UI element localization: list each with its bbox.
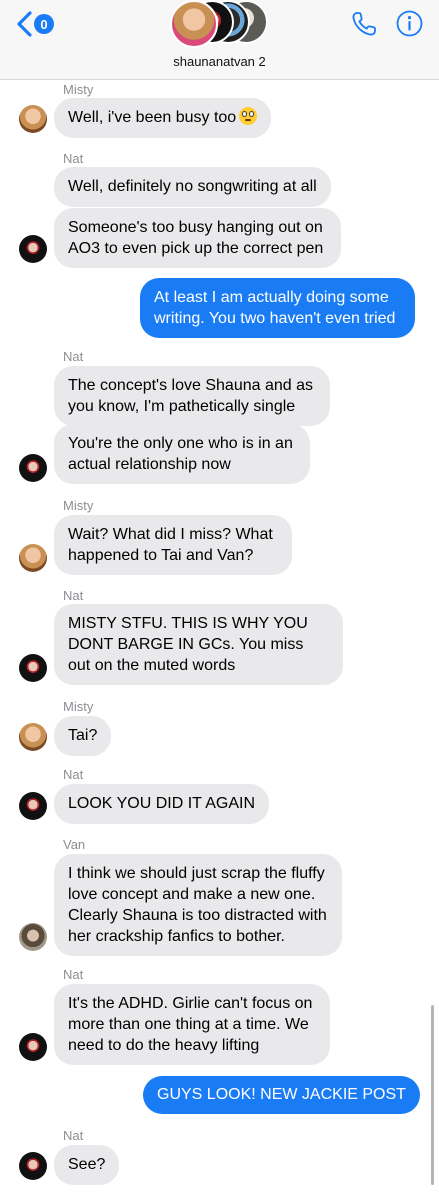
sender-name: Misty	[63, 498, 94, 513]
message-bubble[interactable]: See?	[54, 1145, 120, 1185]
back-button[interactable]: 0	[14, 10, 54, 38]
chevron-left-icon	[17, 11, 32, 37]
sender-name: Nat	[63, 151, 84, 166]
avatar-misty	[170, 0, 218, 48]
sender-name: Misty	[63, 82, 94, 97]
avatar[interactable]	[19, 544, 47, 572]
message-bubble[interactable]: MISTY STFU. THIS IS WHY YOU DONT BARGE I…	[54, 604, 343, 685]
sender-name: Nat	[63, 967, 84, 982]
avatar[interactable]	[19, 723, 47, 751]
message-bubble[interactable]: Tai?	[54, 716, 112, 756]
message-bubble[interactable]: It's the ADHD. Girlie can't focus on mor…	[54, 984, 330, 1065]
flushed-face-icon	[239, 107, 258, 125]
message-bubble[interactable]: Well, i've been busy too	[54, 98, 272, 138]
message-bubble[interactable]: You're the only one who is in an actual …	[54, 424, 310, 484]
message-bubble[interactable]: LOOK YOU DID IT AGAIN	[54, 784, 270, 824]
sender-name: Misty	[63, 699, 94, 714]
avatar[interactable]	[19, 1152, 47, 1180]
group-avatar[interactable]	[170, 0, 270, 50]
group-name[interactable]: shaunanatvan 2	[0, 54, 439, 69]
phone-icon[interactable]	[350, 10, 378, 38]
sender-name: Nat	[63, 588, 84, 603]
message-bubble[interactable]: Well, definitely no songwriting at all	[54, 167, 331, 207]
unread-badge: 0	[34, 14, 54, 34]
info-icon[interactable]	[396, 10, 423, 37]
scrollbar[interactable]	[431, 1005, 434, 1185]
message-bubble[interactable]: Wait? What did I miss? What happened to …	[54, 515, 292, 575]
chat-header: 0 shaunanatvan 2	[0, 0, 439, 80]
avatar[interactable]	[19, 235, 47, 263]
avatar[interactable]	[19, 654, 47, 682]
avatar[interactable]	[19, 454, 47, 482]
sender-name: Nat	[63, 1128, 84, 1143]
avatar[interactable]	[19, 792, 47, 820]
sender-name: Van	[63, 837, 86, 852]
message-bubble-sent[interactable]: GUYS LOOK! NEW JACKIE POST	[143, 1076, 420, 1114]
avatar[interactable]	[19, 1033, 47, 1061]
message-bubble[interactable]: I think we should just scrap the fluffy …	[54, 854, 342, 956]
avatar[interactable]	[19, 923, 47, 951]
message-bubble[interactable]: Someone's too busy hanging out on AO3 to…	[54, 208, 341, 268]
avatar[interactable]	[19, 105, 47, 133]
sender-name: Nat	[63, 349, 84, 364]
message-bubble[interactable]: The concept's love Shauna and as you kno…	[54, 366, 330, 426]
sender-name: Nat	[63, 767, 84, 782]
message-bubble-sent[interactable]: At least I am actually doing some writin…	[140, 278, 415, 338]
